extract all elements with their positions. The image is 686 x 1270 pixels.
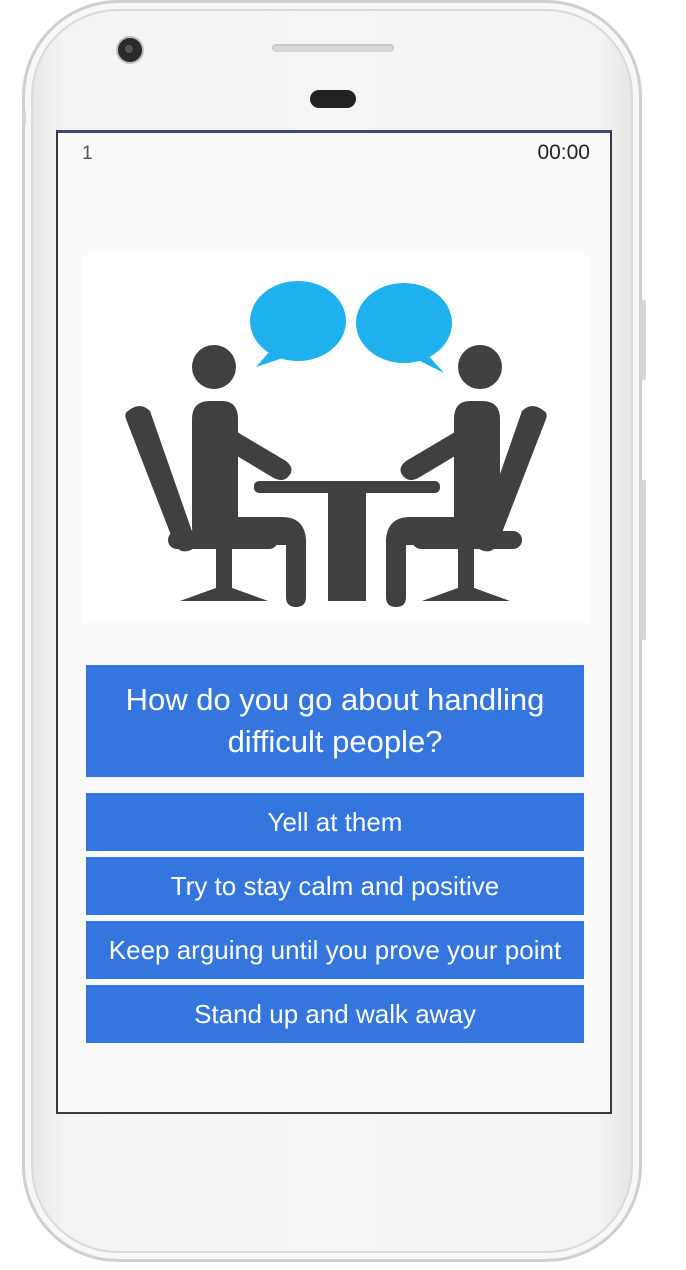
front-camera-icon (118, 38, 142, 62)
interview-meeting-illustration (82, 255, 590, 623)
device-side-button-lower (640, 480, 646, 640)
proximity-sensor (310, 90, 356, 108)
app-screen: 1 00:00 How do you go about handling dif… (56, 130, 612, 1114)
device-left-edge (22, 110, 26, 124)
answer-button-1[interactable]: Yell at them (86, 793, 584, 851)
earpiece-speaker (272, 44, 394, 52)
answer-button-4[interactable]: Stand up and walk away (86, 985, 584, 1043)
timer: 00:00 (537, 141, 590, 164)
device-side-button-upper (640, 300, 646, 380)
question-number: 1 (82, 143, 93, 164)
question-text: How do you go about handling difficult p… (125, 682, 545, 759)
answer-list: Yell at them Try to stay calm and positi… (86, 793, 584, 1049)
speech-bubble-icons (250, 281, 452, 373)
answer-button-3[interactable]: Keep arguing until you prove your point (86, 921, 584, 979)
answer-button-2[interactable]: Try to stay calm and positive (86, 857, 584, 915)
question-card: How do you go about handling difficult p… (86, 665, 584, 777)
interview-meeting-icon (125, 281, 547, 607)
device-frame-stage: 1 00:00 How do you go about handling dif… (0, 0, 686, 1270)
